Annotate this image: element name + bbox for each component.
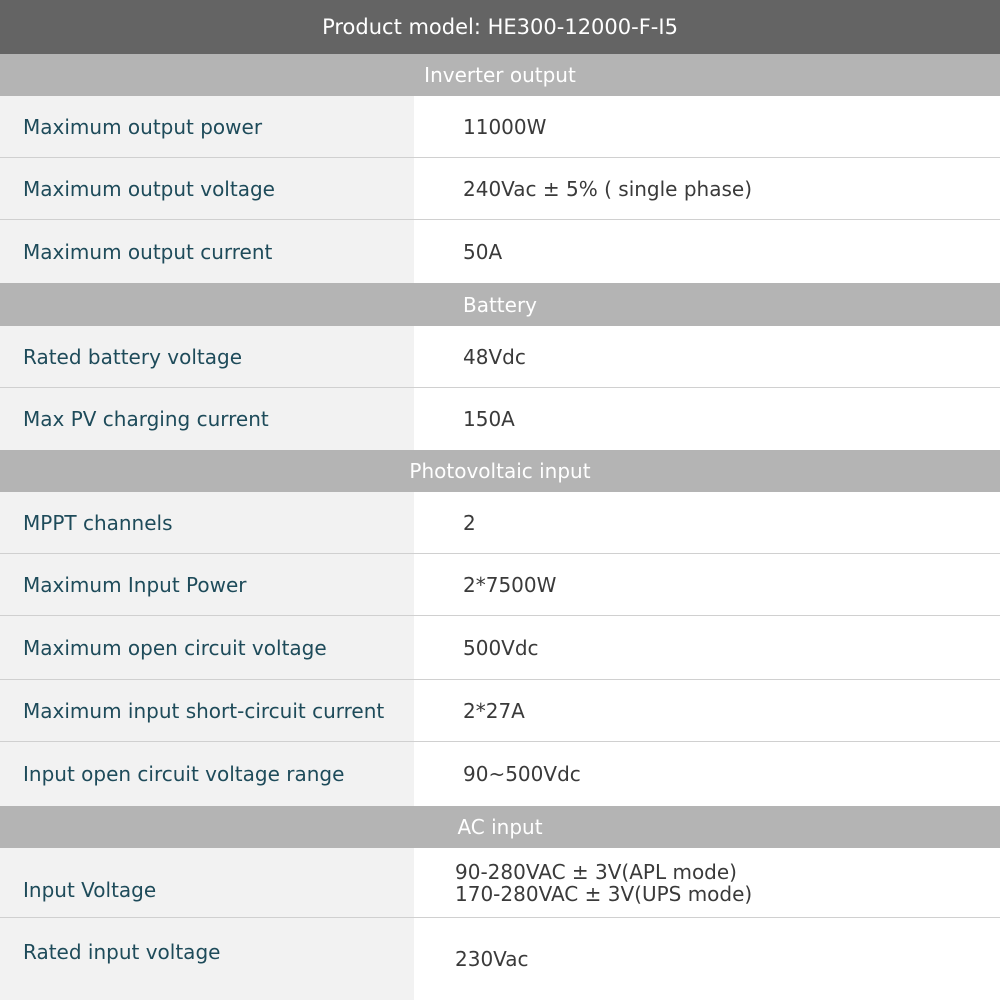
spec-value-line: 90-280VAC ± 3V(APL mode) [455, 859, 737, 884]
spec-row-max-open-circuit-voltage: Maximum open circuit voltage 500Vdc [0, 616, 1000, 680]
spec-row-input-open-circuit-voltage-range: Input open circuit voltage range 90~500V… [0, 742, 1000, 806]
spec-row-mppt-channels: MPPT channels 2 [0, 492, 1000, 554]
spec-value: 50A [414, 220, 1000, 283]
spec-value: 90~500Vdc [414, 742, 1000, 806]
spec-row-max-output-current: Maximum output current 50A [0, 220, 1000, 283]
spec-label: Input Voltage [0, 848, 414, 917]
spec-value: 230Vac [414, 918, 1000, 1000]
spec-row-max-pv-charging-current: Max PV charging current 150A [0, 388, 1000, 450]
spec-label: Rated battery voltage [0, 326, 414, 387]
spec-label: Input open circuit voltage range [0, 742, 414, 806]
spec-value: 2 [414, 492, 1000, 553]
section-header-inverter-output: Inverter output [0, 54, 1000, 96]
product-model-title: Product model: HE300-12000-F-I5 [0, 0, 1000, 54]
spec-row-rated-input-voltage: Rated input voltage 230Vac [0, 918, 1000, 1000]
spec-row-max-input-power: Maximum Input Power 2*7500W [0, 554, 1000, 616]
spec-value: 150A [414, 388, 1000, 450]
spec-value: 2*7500W [414, 554, 1000, 615]
section-header-photovoltaic-input: Photovoltaic input [0, 450, 1000, 492]
spec-value: 11000W [414, 96, 1000, 157]
spec-label: Maximum Input Power [0, 554, 414, 615]
spec-value: 90-280VAC ± 3V(APL mode) 170-280VAC ± 3V… [414, 848, 1000, 917]
spec-row-input-voltage: Input Voltage 90-280VAC ± 3V(APL mode) 1… [0, 848, 1000, 918]
spec-row-max-output-power: Maximum output power 11000W [0, 96, 1000, 158]
spec-label: Maximum input short-circuit current [0, 680, 414, 741]
spec-label: Max PV charging current [0, 388, 414, 450]
spec-value: 48Vdc [414, 326, 1000, 387]
spec-value: 2*27A [414, 680, 1000, 741]
section-header-ac-input: AC input [0, 806, 1000, 848]
spec-row-rated-battery-voltage: Rated battery voltage 48Vdc [0, 326, 1000, 388]
spec-row-max-output-voltage: Maximum output voltage 240Vac ± 5% ( sin… [0, 158, 1000, 220]
spec-label: Maximum open circuit voltage [0, 616, 414, 679]
spec-row-max-input-short-circuit-current: Maximum input short-circuit current 2*27… [0, 680, 1000, 742]
spec-label: Maximum output voltage [0, 158, 414, 219]
spec-label: MPPT channels [0, 492, 414, 553]
spec-value-line: 170-280VAC ± 3V(UPS mode) [455, 881, 753, 906]
section-header-battery: Battery [0, 283, 1000, 326]
spec-label: Maximum output current [0, 220, 414, 283]
spec-label: Rated input voltage [0, 918, 414, 1000]
spec-table: Product model: HE300-12000-F-I5 Inverter… [0, 0, 1000, 1000]
spec-value: 500Vdc [414, 616, 1000, 679]
spec-label: Maximum output power [0, 96, 414, 157]
spec-value: 240Vac ± 5% ( single phase) [414, 158, 1000, 219]
